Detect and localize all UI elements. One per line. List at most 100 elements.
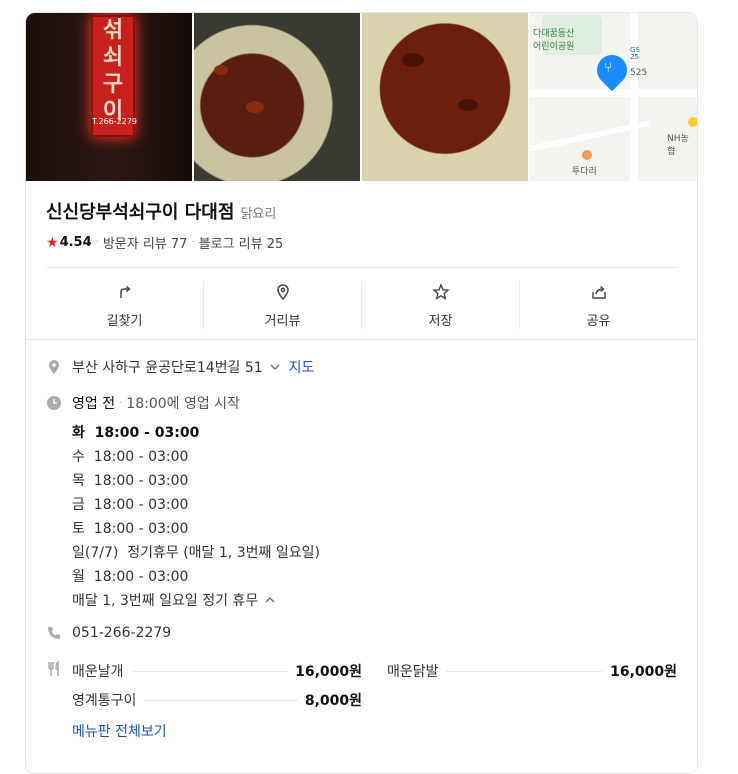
business-status-detail: 18:00에 영업 시작 xyxy=(126,396,240,412)
share-button[interactable]: 공유 xyxy=(520,281,677,329)
dish-detail xyxy=(458,99,478,111)
place-title[interactable]: 신신당부석쇠구이 다대점 xyxy=(46,198,234,224)
hours-day: 월 xyxy=(72,569,85,585)
dotted-leader xyxy=(131,670,288,672)
place-card: 섞 쇠 구 이 T.266-2279 다대꿈동산 어린이공원 ⑂ GS 25 5… xyxy=(25,12,698,774)
chevron-down-icon[interactable] xyxy=(269,361,281,373)
map-road xyxy=(630,13,638,181)
hours-row: 목 18:00 - 03:00 xyxy=(72,469,320,493)
visitor-reviews-link[interactable]: 방문자 리뷰 77 xyxy=(103,233,188,252)
hours-time: 18:00 - 03:00 xyxy=(93,497,189,513)
hours-time: 18:00 - 03:00 xyxy=(93,569,189,585)
phone-icon xyxy=(48,627,60,639)
clock-icon xyxy=(47,396,61,410)
map-label-park: 다대꿈동산 어린이공원 xyxy=(533,29,575,52)
share-label: 공유 xyxy=(586,314,611,329)
directions-button[interactable]: 길찾기 xyxy=(46,281,204,329)
menu-item-name: 영계통구이 xyxy=(72,693,137,709)
place-category: 닭요리 xyxy=(240,207,277,222)
map-label-nh: NH농협 xyxy=(667,134,689,157)
separator-dot: · xyxy=(191,237,195,248)
street-view-label: 거리뷰 xyxy=(264,314,301,329)
star-icon: ★ xyxy=(46,234,59,251)
address-text: 부산 사하구 윤공단로14번길 51 xyxy=(72,360,263,376)
dotted-leader xyxy=(144,699,297,701)
rating-score: 4.54 xyxy=(59,235,92,250)
menu-view-all[interactable]: 메뉴판 전체보기 xyxy=(72,721,167,741)
map-link[interactable]: 지도 xyxy=(289,357,315,377)
hours-row: 일(7/7) 정기휴무 (매달 1, 3번째 일요일) xyxy=(72,541,320,565)
fork-knife-icon xyxy=(48,661,59,676)
star-icon xyxy=(431,283,450,300)
rating-row: ★ 4.54 · 방문자 리뷰 77 · 블로그 리뷰 25 xyxy=(46,233,284,253)
hours-time: 18:00 - 03:00 xyxy=(93,449,189,465)
directions-icon xyxy=(119,285,131,298)
menu-item-name: 매운닭발 xyxy=(387,664,439,680)
blog-reviews-link[interactable]: 블로그 리뷰 25 xyxy=(199,233,284,252)
sign-char: 섞 xyxy=(102,18,124,43)
photo-dish-1[interactable] xyxy=(194,13,360,181)
sign-char: 구 xyxy=(102,72,124,97)
photo-dish-2[interactable] xyxy=(362,13,528,181)
address-row: 부산 사하구 윤공단로14번길 51 지도 xyxy=(46,357,314,377)
map-label-number: 525 xyxy=(630,68,648,78)
fork-knife-icon: ⑂ xyxy=(604,60,613,76)
mini-map[interactable]: 다대꿈동산 어린이공원 ⑂ GS 25 525 NH농협 투다리 xyxy=(530,13,697,181)
dish-detail xyxy=(402,53,424,67)
hours-note: 매달 1, 3번째 일요일 정기 휴무 xyxy=(72,593,259,609)
map-road xyxy=(530,89,697,97)
hours-day: 토 xyxy=(72,521,85,537)
hours-row: 수 18:00 - 03:00 xyxy=(72,445,320,469)
hours-row: 금 18:00 - 03:00 xyxy=(72,493,320,517)
hours-time: 정기휴무 (매달 1, 3번째 일요일) xyxy=(127,545,320,561)
map-poi-icon xyxy=(582,150,592,160)
hours-time: 18:00 - 03:00 xyxy=(93,473,189,489)
hours-day: 금 xyxy=(72,497,85,513)
phone-number[interactable]: 051-266-2279 xyxy=(72,625,171,641)
save-button[interactable]: 저장 xyxy=(362,281,520,329)
divider xyxy=(26,339,697,340)
action-bar: 길찾기 거리뷰 저장 공유 xyxy=(46,281,677,329)
photo-storefront[interactable]: 섞 쇠 구 이 T.266-2279 xyxy=(26,13,192,181)
hours-day: 수 xyxy=(72,449,85,465)
separator-dot: · xyxy=(95,237,99,248)
menu-item-price: 16,000원 xyxy=(295,664,362,680)
save-label: 저장 xyxy=(428,314,453,329)
street-view-icon xyxy=(276,284,289,301)
divider xyxy=(46,267,677,268)
hours-row: 화 18:00 - 03:00 xyxy=(72,421,320,445)
dish-detail xyxy=(246,101,264,113)
menu-item-price: 16,000원 xyxy=(610,664,677,680)
phone-row: 051-266-2279 xyxy=(46,625,171,641)
menu-item[interactable]: 매운날개 16,000원 xyxy=(72,661,362,681)
street-view-button[interactable]: 거리뷰 xyxy=(204,281,362,329)
photo-strip: 섞 쇠 구 이 T.266-2279 다대꿈동산 어린이공원 ⑂ GS 25 5… xyxy=(26,13,697,181)
location-pin-icon xyxy=(49,360,59,374)
separator-dot: · xyxy=(119,397,123,409)
hours-row: 토 18:00 - 03:00 xyxy=(72,517,320,541)
hours-time: 18:00 - 03:00 xyxy=(93,521,189,537)
sign-phone: T.266-2279 xyxy=(92,117,137,126)
title-row: 신신당부석쇠구이 다대점 닭요리 xyxy=(46,198,276,224)
share-icon xyxy=(591,285,606,299)
menu-item-name: 매운날개 xyxy=(72,664,124,680)
sign-char: 쇠 xyxy=(102,45,124,70)
hours-note-row[interactable]: 매달 1, 3번째 일요일 정기 휴무 xyxy=(72,589,320,613)
business-status: 영업 전 xyxy=(72,396,116,412)
menu-item[interactable]: 매운닭발 16,000원 xyxy=(387,661,677,681)
menu-item[interactable]: 영계통구이 8,000원 xyxy=(72,690,362,710)
map-label-gs: GS 25 xyxy=(630,46,640,61)
map-label-poi: 투다리 xyxy=(572,167,597,177)
map-poi-icon xyxy=(688,117,697,127)
hours-day: 목 xyxy=(72,473,85,489)
menu-item-price: 8,000원 xyxy=(304,693,362,709)
hours-day: 화 xyxy=(72,425,85,441)
hours-list: 화 18:00 - 03:00 수 18:00 - 03:00 목 18:00 … xyxy=(72,421,320,613)
dotted-leader xyxy=(446,670,603,672)
chevron-up-icon[interactable] xyxy=(264,594,276,606)
hours-time: 18:00 - 03:00 xyxy=(94,425,200,441)
business-status-row: 영업 전 · 18:00에 영업 시작 xyxy=(46,393,240,413)
menu-view-all-link[interactable]: 메뉴판 전체보기 xyxy=(72,721,167,741)
hours-day: 일(7/7) xyxy=(72,545,119,561)
hours-row: 월 18:00 - 03:00 xyxy=(72,565,320,589)
